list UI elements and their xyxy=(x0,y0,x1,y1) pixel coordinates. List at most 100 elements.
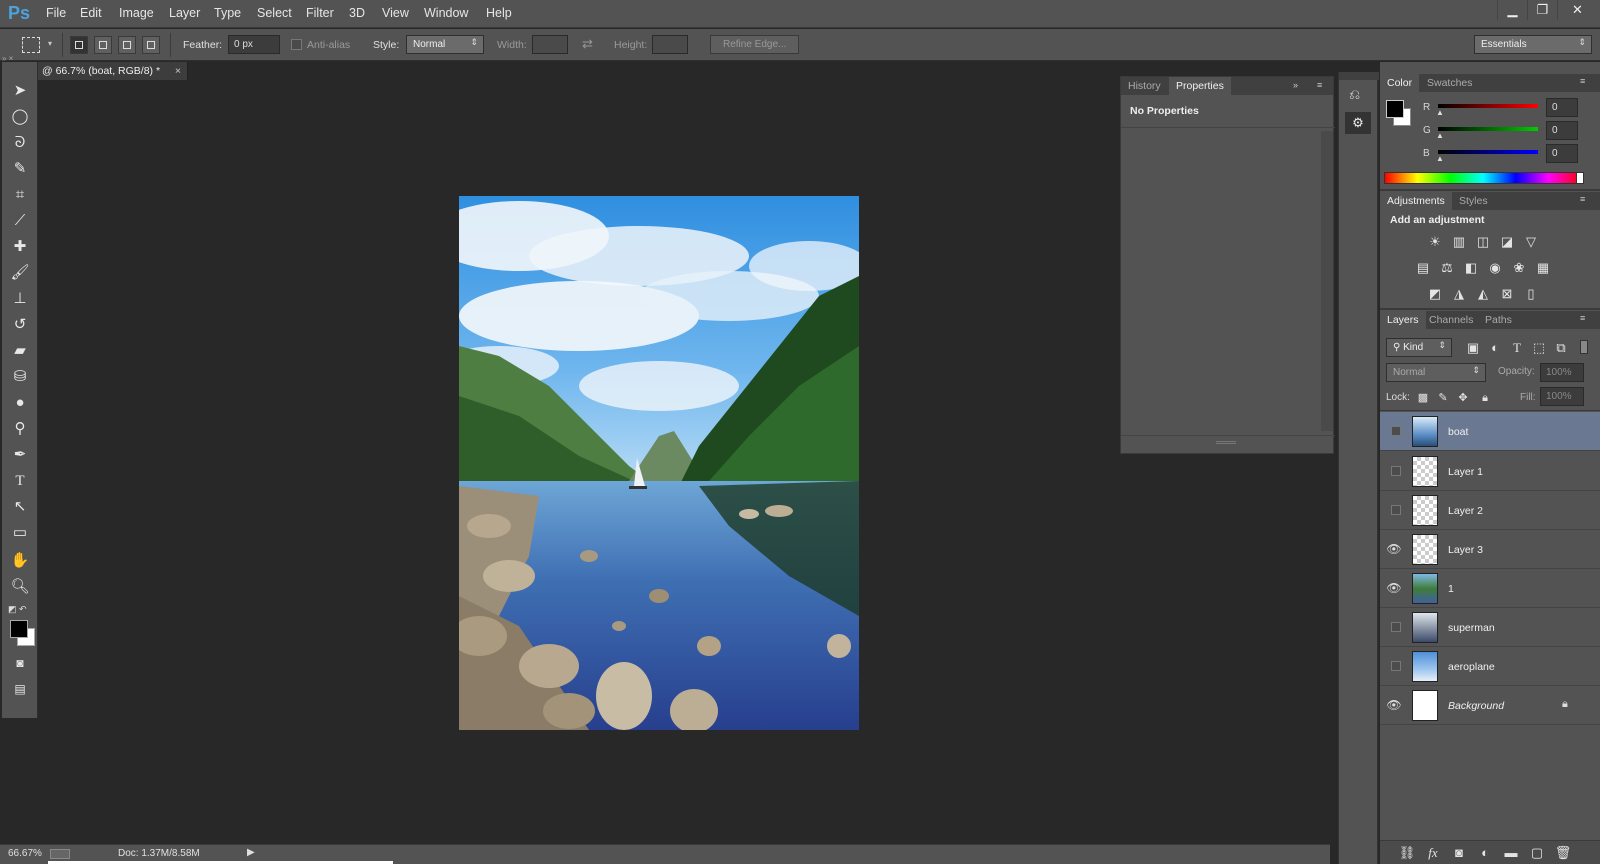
layer-name[interactable]: 1 xyxy=(1448,583,1454,595)
exposure-icon[interactable]: ◪ xyxy=(1498,234,1516,250)
menu-view[interactable]: View xyxy=(382,6,409,20)
channel-r-slider[interactable] xyxy=(1438,104,1538,108)
channel-r-input[interactable]: 0 xyxy=(1546,98,1578,117)
color-lookup-icon[interactable]: ▦ xyxy=(1534,260,1552,276)
lasso-icon[interactable]: ᘐ xyxy=(8,132,32,154)
screen-mode-icon[interactable]: ▤ xyxy=(8,678,32,700)
filter-toggle[interactable] xyxy=(1580,340,1588,354)
eye-icon[interactable]: 👁︎ xyxy=(1385,696,1403,714)
eyedropper-icon[interactable]: ⟋ xyxy=(8,210,32,232)
brightness-contrast-icon[interactable]: ☀ xyxy=(1426,234,1444,250)
intersect-selection-button[interactable] xyxy=(142,36,160,54)
path-selection-icon[interactable]: ↖ xyxy=(8,496,32,518)
subtract-from-selection-button[interactable] xyxy=(118,36,136,54)
lock-position-icon[interactable]: ✥ xyxy=(1454,390,1472,406)
crop-icon[interactable]: ⌗ xyxy=(8,184,32,206)
tab-color[interactable]: Color xyxy=(1380,74,1420,92)
lock-transparency-icon[interactable]: ▩ xyxy=(1414,390,1432,406)
visibility-toggle[interactable] xyxy=(1391,622,1401,632)
panel-scrollbar[interactable] xyxy=(1321,131,1333,431)
layer-row-1[interactable]: 👁︎ 1 xyxy=(1380,569,1600,608)
dodge-icon[interactable]: ⚲ xyxy=(8,418,32,440)
fill-input[interactable]: 100% xyxy=(1540,387,1584,406)
menu-file[interactable]: File xyxy=(46,6,66,20)
quick-mask-icon[interactable]: ◙ xyxy=(8,652,32,674)
hand-icon[interactable]: ✋ xyxy=(8,550,32,572)
clone-stamp-icon[interactable]: ⊥ xyxy=(8,288,32,310)
color-ramp[interactable] xyxy=(1384,172,1582,184)
filter-pixel-icon[interactable]: ▣ xyxy=(1464,340,1482,356)
channel-b-input[interactable]: 0 xyxy=(1546,144,1578,163)
tab-history[interactable]: History xyxy=(1121,77,1168,95)
layer-row-boat[interactable]: boat xyxy=(1380,412,1600,451)
curves-icon[interactable]: ◫ xyxy=(1474,234,1492,250)
menu-filter[interactable]: Filter xyxy=(306,6,334,20)
history-brush-icon[interactable]: ↺ xyxy=(8,314,32,336)
foreground-color-swatch[interactable] xyxy=(10,620,28,638)
add-mask-icon[interactable]: ◙ xyxy=(1450,845,1468,861)
default-colors-icon[interactable]: ◩ ↶ xyxy=(8,604,27,615)
close-document-icon[interactable]: × xyxy=(175,65,181,77)
layers-menu-icon[interactable]: ≡ xyxy=(1580,313,1585,323)
new-group-icon[interactable]: ▬ xyxy=(1502,845,1520,861)
rectangle-shape-icon[interactable]: ▭ xyxy=(8,522,32,544)
color-fg-swatch[interactable] xyxy=(1386,100,1404,118)
document-tab[interactable]: @ 66.7% (boat, RGB/8) * × xyxy=(38,62,188,80)
filter-shape-icon[interactable]: ⬚ xyxy=(1530,340,1548,356)
layer-row-aeroplane[interactable]: aeroplane xyxy=(1380,647,1600,686)
black-white-icon[interactable]: ◧ xyxy=(1462,260,1480,276)
paint-bucket-icon[interactable]: ⛁ xyxy=(8,366,32,388)
filter-adjustment-icon[interactable]: ◐ xyxy=(1486,340,1504,356)
height-input[interactable] xyxy=(652,35,688,54)
visibility-toggle[interactable] xyxy=(1391,466,1401,476)
brush-icon[interactable]: 🖌 xyxy=(8,262,32,284)
layer-name[interactable]: boat xyxy=(1448,426,1468,438)
restore-button[interactable]: ❐ xyxy=(1527,0,1557,20)
levels-icon[interactable]: ▥ xyxy=(1450,234,1468,250)
layer-filter-dropdown[interactable]: ⚲ Kind ⇕ xyxy=(1386,338,1452,357)
blend-mode-dropdown[interactable]: Normal ⇕ xyxy=(1386,363,1486,382)
visibility-toggle[interactable] xyxy=(1391,505,1401,515)
tab-layers[interactable]: Layers xyxy=(1380,311,1426,329)
status-arrow-icon[interactable]: ▶ xyxy=(247,847,255,858)
tab-properties[interactable]: Properties xyxy=(1169,77,1231,95)
menu-layer[interactable]: Layer xyxy=(169,6,200,20)
filter-type-icon[interactable]: T xyxy=(1508,340,1526,356)
lock-image-icon[interactable]: ✎ xyxy=(1434,390,1452,406)
visibility-toggle[interactable] xyxy=(1391,426,1401,436)
menu-window[interactable]: Window xyxy=(424,6,468,20)
color-panel-menu-icon[interactable]: ≡ xyxy=(1580,76,1585,86)
elliptical-marquee-icon[interactable]: ◯ xyxy=(8,106,32,128)
new-layer-icon[interactable]: ▢ xyxy=(1528,845,1546,861)
quick-selection-icon[interactable]: ✎ xyxy=(8,158,32,180)
tab-styles[interactable]: Styles xyxy=(1452,192,1495,210)
channel-g-input[interactable]: 0 xyxy=(1546,121,1578,140)
new-selection-button[interactable] xyxy=(70,36,88,54)
layer-row-layer-1[interactable]: Layer 1 xyxy=(1380,452,1600,491)
minimize-button[interactable]: ▁ xyxy=(1497,0,1527,20)
posterize-icon[interactable]: ◮ xyxy=(1450,286,1468,302)
tab-channels[interactable]: Channels xyxy=(1422,311,1480,329)
refine-edge-button[interactable]: Refine Edge... xyxy=(710,35,800,54)
close-window-button[interactable]: ✕ xyxy=(1557,0,1597,20)
menu-help[interactable]: Help xyxy=(486,6,512,20)
properties-panel-icon[interactable]: ⚙ xyxy=(1345,112,1371,134)
layer-style-fx-icon[interactable]: fx xyxy=(1424,845,1442,861)
channel-g-slider[interactable] xyxy=(1438,127,1538,131)
layer-row-layer-2[interactable]: Layer 2 xyxy=(1380,491,1600,530)
layer-name[interactable]: superman xyxy=(1448,622,1495,634)
toolbox-header[interactable]: » × xyxy=(2,54,38,63)
gradient-map-icon[interactable]: ▯ xyxy=(1522,286,1540,302)
add-to-selection-button[interactable] xyxy=(94,36,112,54)
vibrance-icon[interactable]: ▽ xyxy=(1522,234,1540,250)
style-dropdown[interactable]: Normal ⇕ xyxy=(406,35,484,54)
menu-edit[interactable]: Edit xyxy=(80,6,102,20)
history-panel-icon[interactable]: ⎌ xyxy=(1349,86,1360,103)
eraser-icon[interactable]: ▰ xyxy=(8,340,32,362)
healing-brush-icon[interactable]: ✚ xyxy=(8,236,32,258)
tab-swatches[interactable]: Swatches xyxy=(1420,74,1480,92)
visibility-toggle[interactable] xyxy=(1391,661,1401,671)
filter-smart-object-icon[interactable]: ⧉ xyxy=(1552,340,1570,356)
threshold-icon[interactable]: ◭ xyxy=(1474,286,1492,302)
status-menu-icon[interactable] xyxy=(50,849,70,859)
